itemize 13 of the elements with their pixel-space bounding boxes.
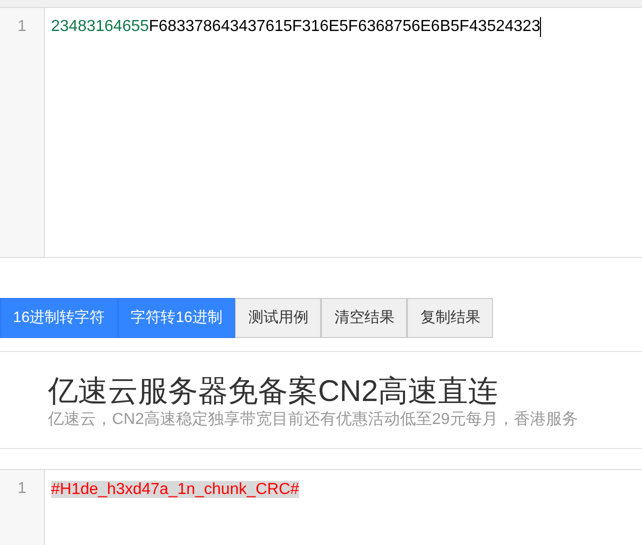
action-button[interactable]: 复制结果 bbox=[407, 298, 494, 338]
code-text: F683378643437615F316E5F6368756E6B5F43524323 bbox=[148, 17, 540, 37]
action-button[interactable]: 测试用例 bbox=[235, 298, 322, 338]
line-number: 1 bbox=[0, 8, 45, 257]
line-number: 1 bbox=[0, 470, 45, 545]
code-editor[interactable]: 1 23483164655F683378643437615F316E5F6368756E6B5F43524323 bbox=[0, 7, 642, 258]
output-text: #H1de_h3xd47a_1n_chunk_CRC# bbox=[51, 481, 300, 498]
action-button[interactable]: 清空结果 bbox=[321, 298, 408, 338]
ad-description: 亿速云，CN2高速稳定独享带宽目前还有优惠活动低至29元每月，香港服务 bbox=[48, 410, 579, 430]
action-button[interactable]: 字符转16进制 bbox=[118, 298, 236, 338]
code-text: 23483164655 bbox=[51, 17, 149, 37]
ad-title[interactable]: 亿速云服务器免备案CN2高速直连 bbox=[48, 374, 642, 410]
action-button[interactable]: 16进制转字符 bbox=[0, 298, 118, 338]
